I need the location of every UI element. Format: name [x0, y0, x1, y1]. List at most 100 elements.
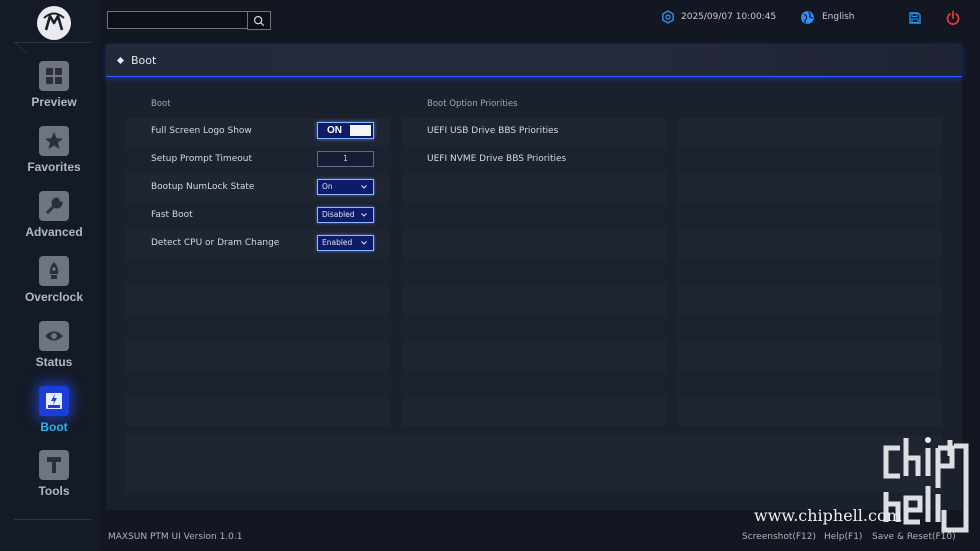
search-button[interactable]	[247, 11, 271, 30]
empty-row	[126, 258, 390, 286]
boot-settings-column: Boot Full Screen Logo Show ON Setup Prom…	[126, 92, 390, 426]
empty-row	[677, 202, 941, 230]
setting-label: Detect CPU or Dram Change	[151, 238, 280, 248]
power-icon[interactable]	[945, 10, 961, 26]
setting-row-detect-change[interactable]: Detect CPU or Dram Change Enabled	[126, 230, 390, 258]
chevron-down-icon	[361, 213, 367, 217]
version-text: MAXSUN PTM UI Version 1.0.1	[108, 532, 243, 542]
toggle-knob	[350, 125, 371, 136]
star-icon	[39, 126, 69, 156]
empty-row	[402, 370, 666, 398]
main-panel: Boot Boot Full Screen Logo Show ON Setup…	[106, 44, 962, 510]
detect-change-select[interactable]: Enabled	[317, 235, 374, 251]
empty-row	[677, 230, 941, 258]
sidebar-item-advanced[interactable]: Advanced	[14, 191, 94, 251]
help-description-box	[126, 435, 942, 492]
boot-priorities-column: Boot Option Priorities UEFI USB Drive BB…	[402, 92, 666, 426]
empty-row	[126, 398, 390, 426]
empty-row	[402, 202, 666, 230]
tab-boot[interactable]: Boot	[106, 44, 962, 77]
help-button[interactable]: Help(F1)	[824, 532, 862, 542]
empty-row	[677, 314, 941, 342]
empty-row	[126, 314, 390, 342]
settings-list: Full Screen Logo Show ON Setup Prompt Ti…	[126, 118, 390, 426]
setting-row-fast-boot[interactable]: Fast Boot Disabled	[126, 202, 390, 230]
sidebar-item-label: Boot	[40, 420, 68, 434]
empty-row	[126, 342, 390, 370]
empty-row	[402, 174, 666, 202]
setting-row-prompt-timeout[interactable]: Setup Prompt Timeout 1	[126, 146, 390, 174]
setting-label: Fast Boot	[151, 210, 193, 220]
sidebar-item-boot[interactable]: Boot	[14, 386, 94, 446]
sidebar-item-label: Favorites	[27, 160, 81, 174]
diamond-icon	[116, 56, 125, 65]
sidebar-item-status[interactable]: Status	[14, 321, 94, 381]
chevron-down-icon	[361, 185, 367, 189]
empty-row	[402, 398, 666, 426]
sidebar-item-label: Advanced	[25, 225, 83, 239]
logo-show-toggle[interactable]: ON	[317, 122, 374, 139]
sidebar-item-label: Status	[35, 355, 73, 369]
empty-row	[402, 258, 666, 286]
sidebar-divider	[14, 508, 92, 520]
setting-label: Full Screen Logo Show	[151, 126, 252, 136]
clock-icon	[661, 10, 675, 24]
search-icon	[253, 15, 265, 26]
sidebar-item-label: Overclock	[24, 290, 84, 304]
empty-row	[677, 258, 941, 286]
empty-row	[677, 286, 941, 314]
chiphell-watermark-logo	[883, 437, 969, 533]
search-input[interactable]	[107, 11, 248, 29]
eye-icon	[39, 321, 69, 351]
sidebar-item-overclock[interactable]: Overclock	[14, 256, 94, 316]
section-heading: Boot	[151, 99, 171, 109]
setting-row-numlock[interactable]: Bootup NumLock State On	[126, 174, 390, 202]
sidebar-item-tools[interactable]: Tools	[14, 450, 94, 510]
select-value: Disabled	[322, 210, 355, 219]
setting-label: Setup Prompt Timeout	[151, 154, 252, 164]
sidebar-item-label: Tools	[38, 484, 70, 498]
setting-row-full-screen-logo[interactable]: Full Screen Logo Show ON	[126, 118, 390, 146]
empty-row	[126, 370, 390, 398]
select-value: Enabled	[322, 238, 353, 247]
empty-row	[677, 146, 941, 174]
priority-label: UEFI NVME Drive BBS Priorities	[427, 154, 567, 164]
sidebar-item-favorites[interactable]: Favorites	[14, 126, 94, 186]
empty-row	[402, 286, 666, 314]
fast-boot-select[interactable]: Disabled	[317, 207, 374, 223]
sidebar-item-preview[interactable]: Preview	[14, 61, 94, 121]
prompt-timeout-input[interactable]: 1	[317, 151, 374, 167]
empty-row	[677, 118, 941, 146]
section-heading: Boot Option Priorities	[427, 99, 518, 109]
language-selector[interactable]: English	[822, 12, 855, 22]
ssd-icon	[39, 386, 69, 416]
empty-column	[677, 92, 941, 426]
maxsun-logo	[37, 6, 71, 40]
save-icon[interactable]	[907, 10, 922, 25]
toggle-state: ON	[327, 125, 342, 136]
empty-row	[402, 342, 666, 370]
priority-item-nvme[interactable]: UEFI NVME Drive BBS Priorities	[402, 146, 666, 174]
empty-list	[677, 118, 941, 426]
empty-row	[126, 286, 390, 314]
empty-row	[677, 174, 941, 202]
globe-icon[interactable]	[800, 10, 815, 25]
empty-row	[402, 314, 666, 342]
numlock-select[interactable]: On	[317, 179, 374, 195]
sidebar: Preview Favorites Advanced Overclock Sta…	[0, 0, 100, 551]
tab-title: Boot	[131, 54, 157, 67]
wrench-icon	[39, 191, 69, 221]
empty-row	[677, 370, 941, 398]
empty-heading	[677, 92, 941, 118]
rocket-icon	[39, 256, 69, 286]
empty-row	[402, 230, 666, 258]
empty-row	[677, 398, 941, 426]
priority-label: UEFI USB Drive BBS Priorities	[427, 126, 559, 136]
priority-item-usb[interactable]: UEFI USB Drive BBS Priorities	[402, 118, 666, 146]
chevron-down-icon	[361, 241, 367, 245]
datetime: 2025/09/07 10:00:45	[681, 12, 777, 22]
priorities-list: UEFI USB Drive BBS Priorities UEFI NVME …	[402, 118, 666, 426]
empty-row	[677, 342, 941, 370]
screenshot-button[interactable]: Screenshot(F12)	[742, 532, 816, 542]
sidebar-divider	[14, 42, 92, 54]
